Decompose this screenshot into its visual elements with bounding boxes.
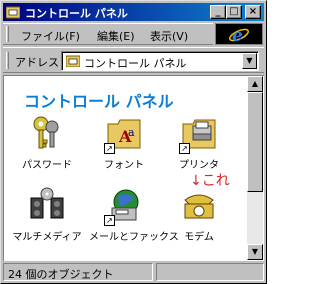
address-label: アドレス (15, 56, 59, 69)
mail-fax-icon: ↗ (104, 186, 144, 226)
item-fonts[interactable]: A a ↗ フォント (89, 114, 159, 171)
item-label: プリンタ (179, 160, 219, 171)
address-dropdown-button[interactable]: ▼ (242, 53, 257, 69)
shortcut-arrow-icon: ↗ (179, 143, 190, 154)
status-text: 24 個のオブジェクト (8, 268, 114, 281)
menu-bar: ファイル(F) 編集(E) 表示(V) (3, 23, 213, 45)
status-pane-secondary (156, 263, 264, 281)
maximize-button[interactable]: □ (226, 5, 242, 19)
menu-file[interactable]: ファイル(F) (21, 28, 80, 44)
annotation-arrow: ↓これ (190, 173, 230, 189)
modem-telephone-icon (179, 186, 219, 226)
control-panel-window: コントロール パネル _ □ × ファイル(F) 編集(E) 表示(V) e ア… (0, 0, 267, 284)
multimedia-icon (27, 186, 67, 226)
keys-icon (27, 114, 67, 154)
item-mail-fax[interactable]: ↗ メールとファックス (89, 186, 179, 243)
status-pane-main: 24 個のオブジェクト (3, 263, 153, 281)
control-panel-folder-icon (66, 55, 80, 67)
fonts-folder-icon: A a ↗ (104, 114, 144, 154)
scroll-thumb[interactable] (247, 92, 263, 192)
item-modem[interactable]: モデム (164, 186, 234, 243)
item-label: マルチメディア (12, 232, 82, 243)
control-panel-icon (6, 6, 20, 19)
scroll-down-button[interactable]: ▼ (247, 244, 263, 260)
item-label: パスワード (22, 160, 72, 171)
page-heading: コントロール パネル (24, 92, 174, 111)
svg-text:e: e (232, 26, 243, 45)
item-label: メールとファックス (89, 232, 179, 243)
status-bar: 24 個のオブジェクト (3, 263, 264, 281)
ie-logo-icon: e (229, 26, 249, 45)
window-title: コントロール パネル (25, 7, 128, 20)
minimize-button[interactable]: _ (210, 5, 226, 19)
scroll-up-button[interactable]: ▲ (247, 76, 263, 92)
address-bar: アドレス コントロール パネル ▼ (3, 47, 264, 73)
title-bar[interactable]: コントロール パネル _ □ × (3, 3, 264, 21)
svg-text:a: a (128, 126, 135, 139)
printers-folder-icon: ↗ (179, 114, 219, 154)
content-pane: コントロール パネル パスワード A a ↗ フォント ↗ プリンタ マルチメデ… (3, 75, 264, 261)
address-field[interactable]: コントロール パネル ▼ (61, 51, 259, 71)
address-value: コントロール パネル (84, 57, 187, 70)
menu-view[interactable]: 表示(V) (150, 28, 188, 44)
toolbar-grip[interactable] (6, 26, 9, 42)
ie-logo: e (215, 23, 263, 45)
shortcut-arrow-icon: ↗ (104, 143, 115, 154)
vertical-scrollbar[interactable]: ▲ ▼ (247, 76, 263, 260)
close-button[interactable]: × (245, 5, 261, 19)
item-label: モデム (184, 232, 214, 243)
item-multimedia[interactable]: マルチメディア (12, 186, 82, 243)
address-grip[interactable] (6, 52, 9, 69)
shortcut-arrow-icon: ↗ (104, 215, 115, 226)
menu-edit[interactable]: 編集(E) (97, 28, 135, 44)
item-printers[interactable]: ↗ プリンタ (164, 114, 234, 171)
item-label: フォント (104, 160, 144, 171)
item-password[interactable]: パスワード (12, 114, 82, 171)
